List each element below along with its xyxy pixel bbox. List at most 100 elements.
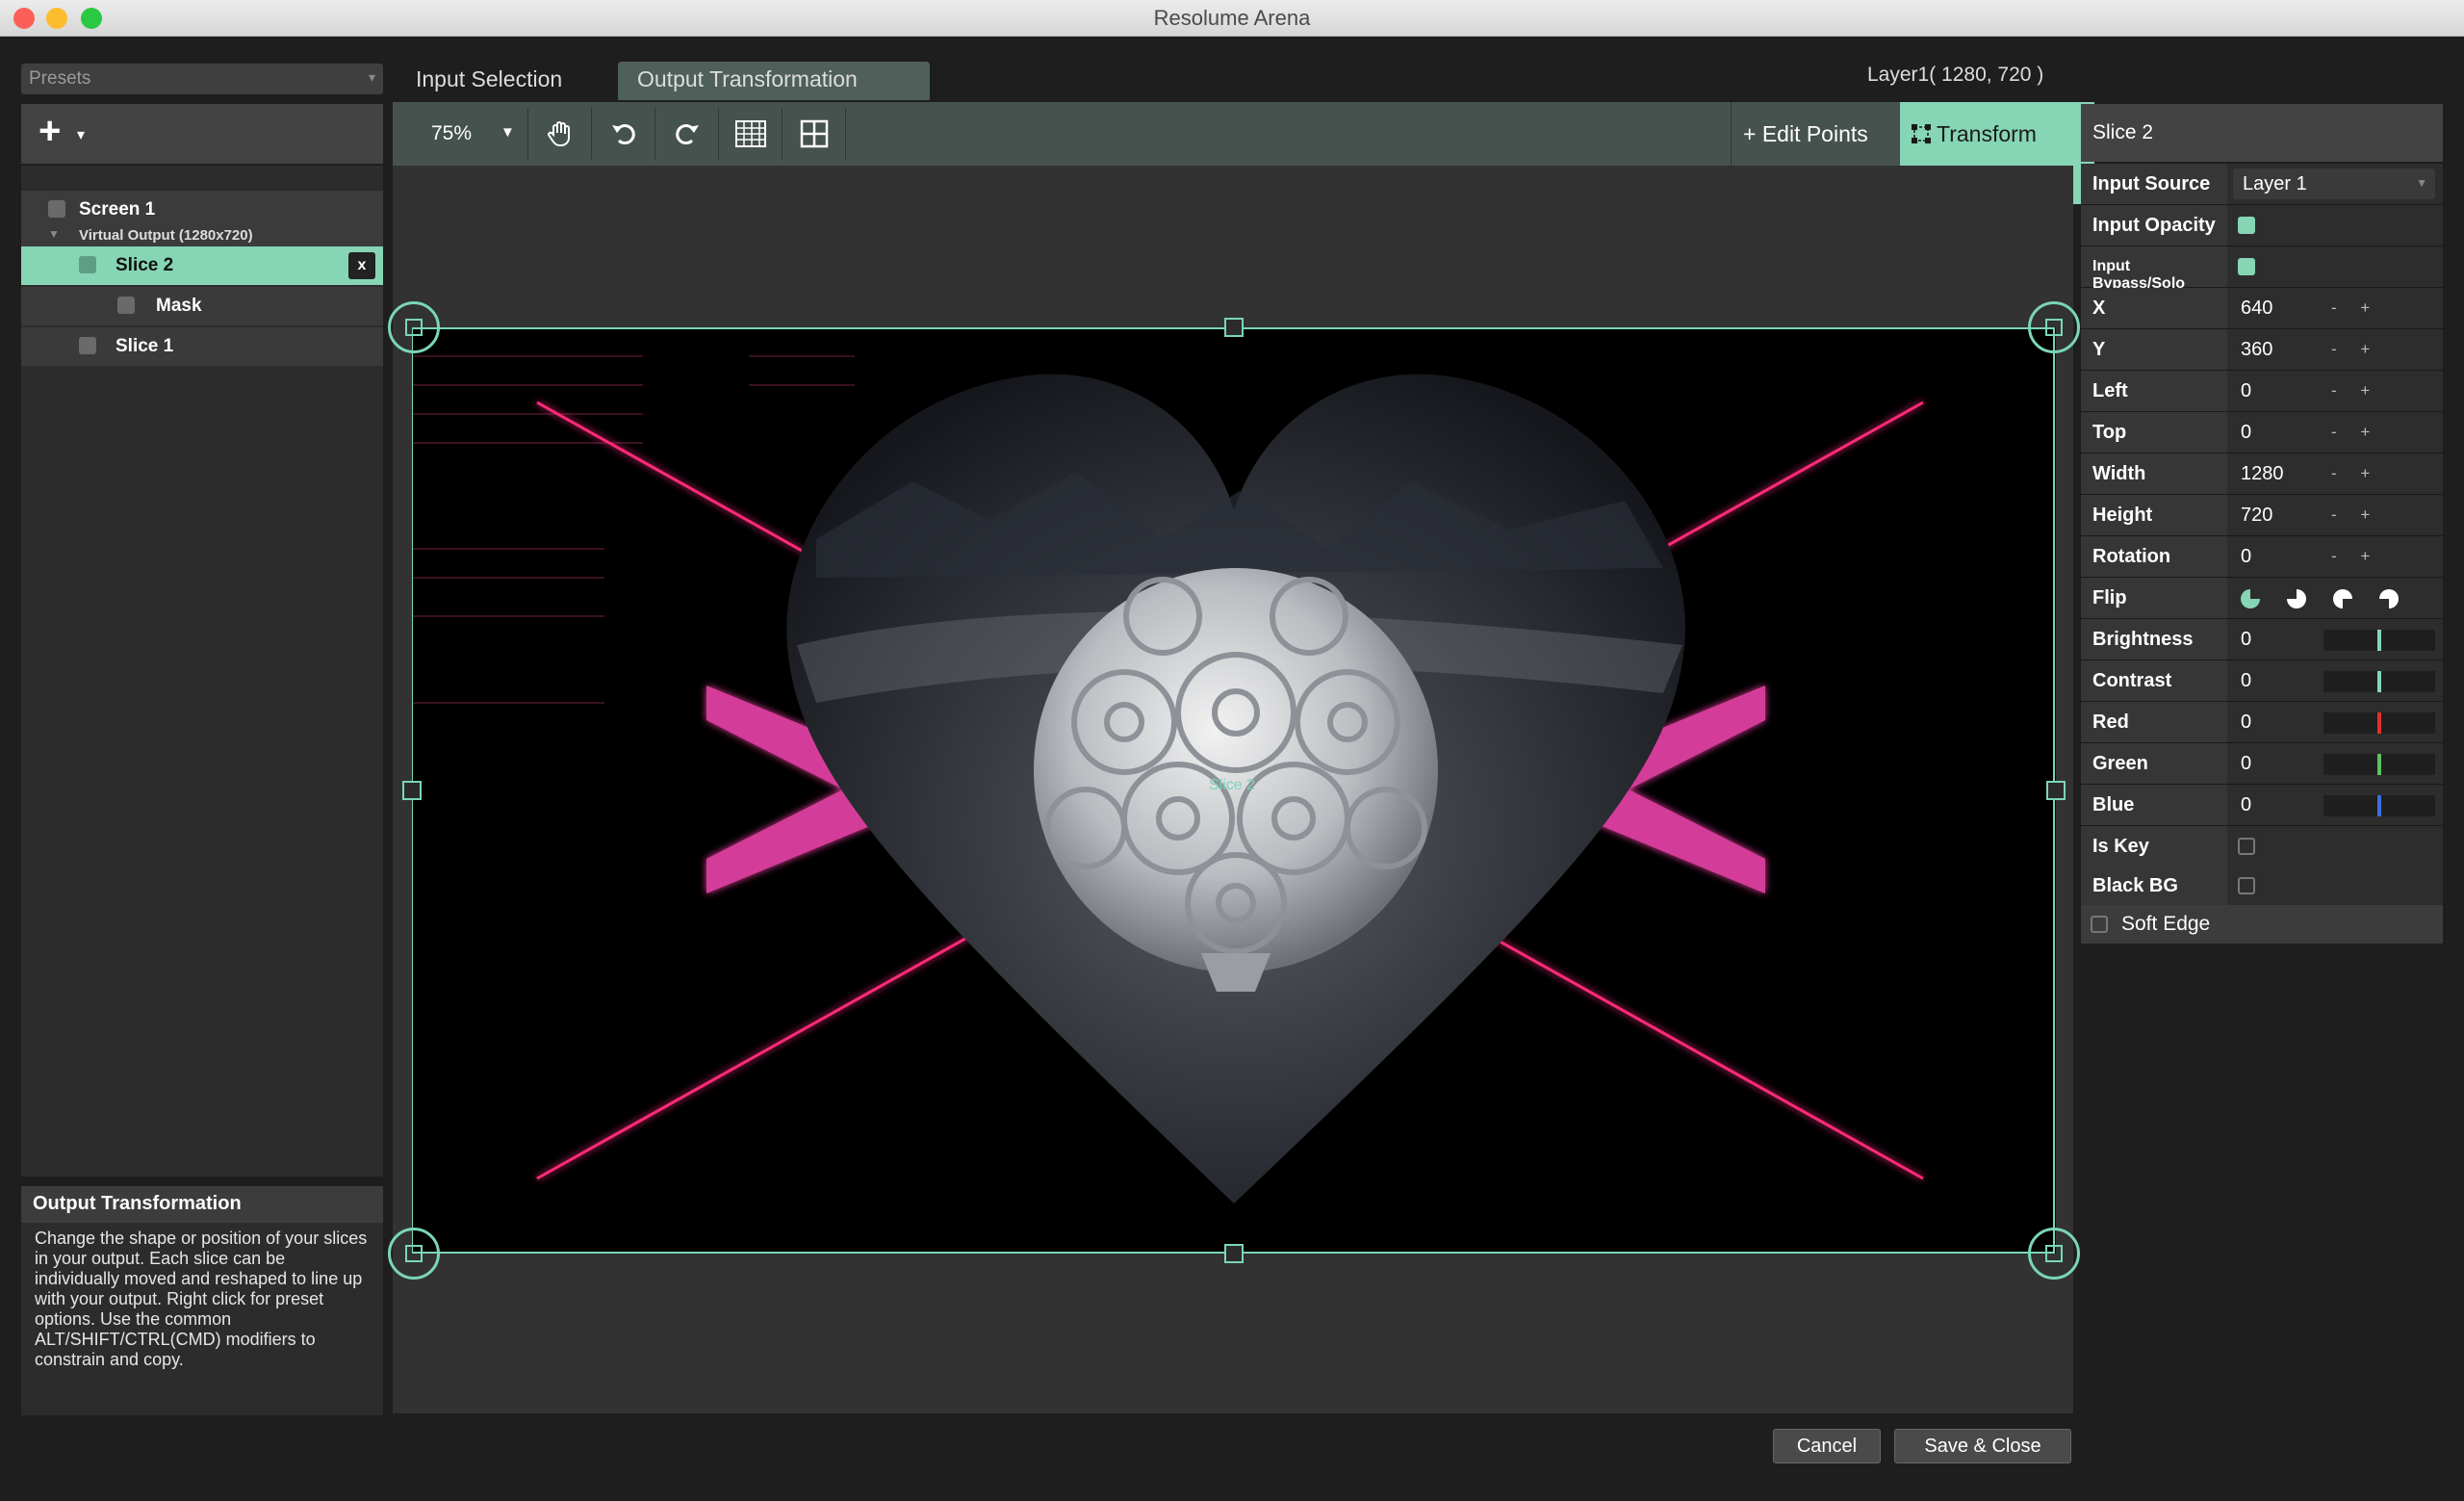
red-value[interactable]: 0 bbox=[2241, 712, 2251, 734]
is-key-row: Is Key bbox=[2081, 826, 2443, 867]
input-source-row: Input Source Layer 1 ▼ bbox=[2081, 164, 2443, 205]
brightness-value[interactable]: 0 bbox=[2241, 629, 2251, 651]
soft-edge-section[interactable]: Soft Edge bbox=[2081, 905, 2443, 944]
slice-properties-title: Slice 2 bbox=[2081, 104, 2443, 162]
top-label: Top bbox=[2081, 412, 2227, 453]
red-slider-marker bbox=[2377, 712, 2381, 734]
width-value[interactable]: 1280 bbox=[2241, 463, 2284, 485]
add-toolbar: + ▾ bbox=[21, 104, 383, 164]
edge-handle-bottom[interactable] bbox=[1224, 1244, 1244, 1263]
remove-slice-button[interactable]: x bbox=[348, 252, 375, 279]
tree-item-slice-2[interactable]: Slice 2 x bbox=[21, 246, 383, 285]
chevron-down-icon: ▼ bbox=[2416, 176, 2427, 190]
input-bypass-checkbox[interactable] bbox=[2238, 258, 2255, 275]
contrast-slider-marker bbox=[2377, 671, 2381, 692]
corner-handle-bottom-left[interactable] bbox=[388, 1228, 440, 1280]
edge-handle-left[interactable] bbox=[402, 781, 422, 800]
input-source-value: Layer 1 bbox=[2243, 173, 2307, 194]
green-label: Green bbox=[2081, 743, 2227, 784]
chevron-down-icon: ▾ bbox=[368, 69, 375, 85]
hand-icon bbox=[548, 121, 570, 146]
x-label: X bbox=[2081, 288, 2227, 328]
toolbar: 75% ▼ + Edit Points Transform bbox=[393, 102, 2094, 204]
slice-2-label: Slice 2 bbox=[116, 255, 174, 275]
black-bg-checkbox[interactable] bbox=[2238, 877, 2255, 894]
cancel-button[interactable]: Cancel bbox=[1773, 1429, 1881, 1463]
input-source-select[interactable]: Layer 1 ▼ bbox=[2233, 168, 2435, 199]
flip-horizontal-icon[interactable] bbox=[2285, 587, 2308, 610]
undo-button[interactable] bbox=[593, 108, 655, 160]
save-close-button[interactable]: Save & Close bbox=[1894, 1429, 2071, 1463]
rotation-value[interactable]: 0 bbox=[2241, 546, 2251, 568]
mask-enable-checkbox[interactable] bbox=[117, 297, 135, 314]
rotation-label: Rotation bbox=[2081, 536, 2227, 577]
green-slider[interactable] bbox=[2323, 754, 2435, 775]
slice-2-enable-checkbox[interactable] bbox=[79, 256, 96, 273]
screen-label: Screen 1 bbox=[79, 199, 156, 220]
redo-button[interactable] bbox=[656, 108, 719, 160]
y-row: Y 360 - + bbox=[2081, 329, 2443, 371]
input-bypass-label: Input Bypass/Solo bbox=[2081, 246, 2227, 292]
contrast-row: Contrast 0 bbox=[2081, 660, 2443, 702]
blue-value[interactable]: 0 bbox=[2241, 794, 2251, 816]
presets-dropdown[interactable]: Presets ▾ bbox=[21, 64, 383, 94]
x-value[interactable]: 640 bbox=[2241, 298, 2272, 320]
green-value[interactable]: 0 bbox=[2241, 753, 2251, 775]
edge-handle-top[interactable] bbox=[1224, 318, 1244, 337]
transform-label: Transform bbox=[1937, 121, 2037, 146]
width-label: Width bbox=[2081, 453, 2227, 494]
y-stepper[interactable]: - + bbox=[2331, 340, 2379, 359]
tree-item-screen[interactable]: Screen 1 ▼ Virtual Output (1280x720) bbox=[21, 191, 383, 250]
grid-button[interactable] bbox=[783, 108, 846, 160]
presets-label: Presets bbox=[29, 68, 91, 89]
flip-none-icon[interactable] bbox=[2239, 587, 2262, 610]
top-stepper[interactable]: - + bbox=[2331, 423, 2379, 442]
edge-handle-right[interactable] bbox=[2046, 781, 2066, 800]
contrast-slider[interactable] bbox=[2323, 671, 2435, 692]
add-slice-button[interactable]: + bbox=[38, 110, 61, 153]
zoom-dropdown[interactable]: 75% ▼ bbox=[393, 108, 528, 160]
hand-tool-button[interactable] bbox=[529, 108, 592, 160]
red-slider[interactable] bbox=[2323, 712, 2435, 734]
x-row: X 640 - + bbox=[2081, 288, 2443, 329]
brightness-row: Brightness 0 bbox=[2081, 619, 2443, 660]
is-key-label: Is Key bbox=[2081, 826, 2227, 867]
soft-edge-checkbox[interactable] bbox=[2091, 916, 2108, 933]
rotation-stepper[interactable]: - + bbox=[2331, 547, 2379, 566]
blue-row: Blue 0 bbox=[2081, 785, 2443, 826]
x-stepper[interactable]: - + bbox=[2331, 298, 2379, 318]
tab-input-selection[interactable]: Input Selection bbox=[397, 62, 581, 100]
tree-item-slice-1[interactable]: Slice 1 bbox=[21, 327, 383, 366]
y-value[interactable]: 360 bbox=[2241, 339, 2272, 361]
left-row: Left 0 - + bbox=[2081, 371, 2443, 412]
chevron-down-icon[interactable]: ▾ bbox=[77, 125, 85, 144]
corner-handle-top-right[interactable] bbox=[2028, 301, 2080, 353]
corner-handle-bottom-right[interactable] bbox=[2028, 1228, 2080, 1280]
top-value[interactable]: 0 bbox=[2241, 422, 2251, 444]
height-value[interactable]: 720 bbox=[2241, 505, 2272, 527]
flip-both-icon[interactable] bbox=[2377, 587, 2400, 610]
left-value[interactable]: 0 bbox=[2241, 380, 2251, 402]
tree-item-mask[interactable]: Mask bbox=[21, 287, 383, 325]
slice-1-enable-checkbox[interactable] bbox=[79, 337, 96, 354]
tab-output-transformation[interactable]: Output Transformation bbox=[618, 62, 930, 100]
left-stepper[interactable]: - + bbox=[2331, 381, 2379, 401]
width-stepper[interactable]: - + bbox=[2331, 464, 2379, 483]
transform-icon bbox=[1912, 124, 1931, 143]
corner-handle-top-left[interactable] bbox=[388, 301, 440, 353]
left-label: Left bbox=[2081, 371, 2227, 411]
input-opacity-checkbox[interactable] bbox=[2238, 217, 2255, 234]
is-key-checkbox[interactable] bbox=[2238, 838, 2255, 855]
height-stepper[interactable]: - + bbox=[2331, 505, 2379, 525]
contrast-value[interactable]: 0 bbox=[2241, 670, 2251, 692]
blue-slider[interactable] bbox=[2323, 795, 2435, 816]
blue-label: Blue bbox=[2081, 785, 2227, 825]
flip-vertical-icon[interactable] bbox=[2331, 587, 2354, 610]
brightness-slider[interactable] bbox=[2323, 630, 2435, 651]
top-row: Top 0 - + bbox=[2081, 412, 2443, 453]
snap-grid-button[interactable] bbox=[720, 108, 783, 160]
screen-enable-checkbox[interactable] bbox=[48, 200, 65, 218]
help-title: Output Transformation bbox=[21, 1186, 383, 1223]
expand-triangle-icon[interactable]: ▼ bbox=[48, 227, 60, 241]
width-row: Width 1280 - + bbox=[2081, 453, 2443, 495]
